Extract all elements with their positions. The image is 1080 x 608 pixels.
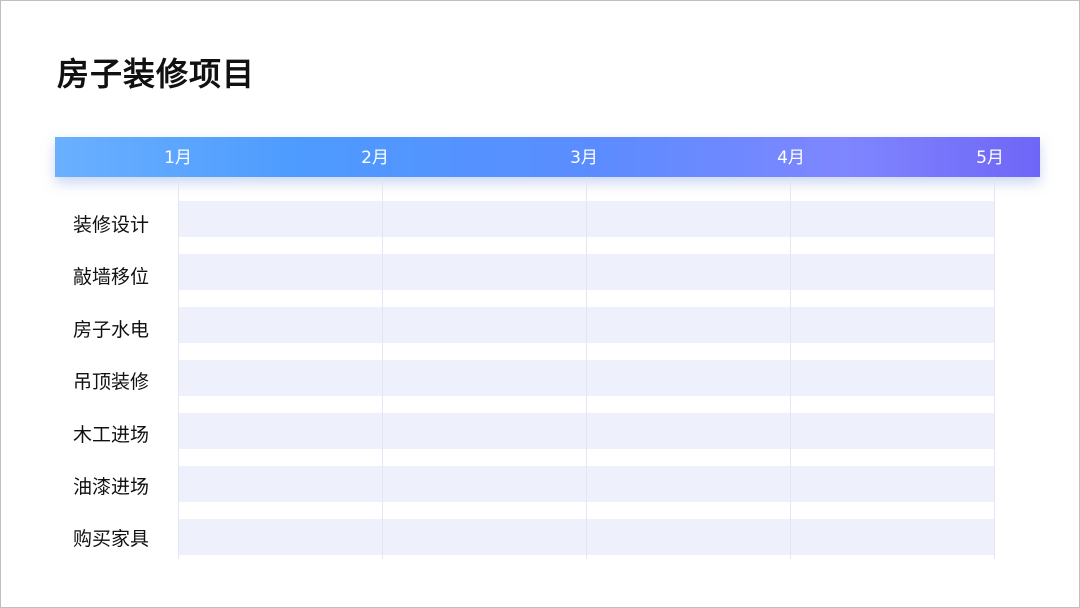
grid-line <box>586 177 587 559</box>
grid-line <box>178 177 179 559</box>
slide: 房子装修项目 1月 2月 3月 4月 5月 装修设计 敲墙移位 房子水电 吊顶装… <box>0 0 1080 608</box>
grid-line <box>790 177 791 559</box>
gantt-grid <box>178 177 995 559</box>
month-label-4: 4月 <box>777 148 805 168</box>
month-label-3: 3月 <box>570 148 598 168</box>
task-label: 木工进场 <box>73 424 150 446</box>
task-label: 房子水电 <box>73 319 150 341</box>
page-title: 房子装修项目 <box>57 55 256 93</box>
task-label: 敲墙移位 <box>73 266 150 288</box>
task-label: 装修设计 <box>73 214 150 236</box>
month-label-1: 1月 <box>164 148 192 168</box>
month-label-5: 5月 <box>976 148 1004 168</box>
task-label: 油漆进场 <box>73 476 150 498</box>
grid-line <box>994 177 995 559</box>
grid-line <box>382 177 383 559</box>
timeline-header: 1月 2月 3月 4月 5月 <box>55 137 1040 177</box>
task-label: 购买家具 <box>73 528 150 550</box>
task-label: 吊顶装修 <box>73 371 150 393</box>
month-label-2: 2月 <box>361 148 389 168</box>
